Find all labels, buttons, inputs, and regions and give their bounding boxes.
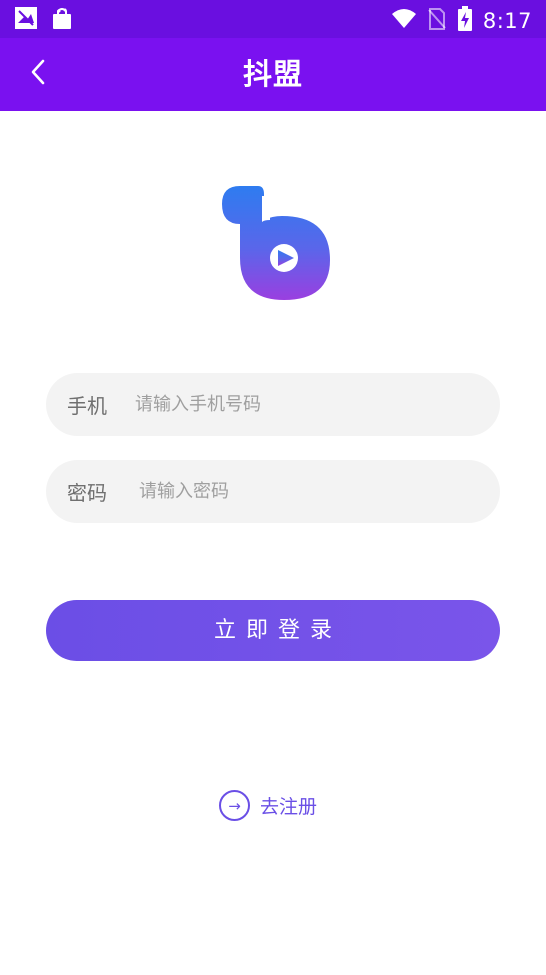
phone-input[interactable] (133, 393, 457, 416)
status-bar: 8:17 (0, 0, 546, 38)
phone-field[interactable]: 手机 (46, 373, 500, 436)
register-label: 去注册 (260, 796, 318, 818)
password-field[interactable]: 密码 (46, 460, 500, 523)
status-right-icons: 8:17 (391, 6, 532, 36)
app-logo-icon (210, 180, 336, 306)
no-sim-icon (427, 7, 447, 35)
header-bar: 抖盟 (0, 38, 546, 111)
register-link[interactable]: → 去注册 (219, 790, 317, 821)
page-title: 抖盟 (242, 57, 303, 91)
gallery-icon (14, 6, 38, 34)
phone-label: 手机 (67, 394, 107, 418)
status-left-icons (14, 6, 74, 34)
status-time: 8:17 (482, 9, 532, 33)
password-label: 密码 (67, 481, 107, 505)
battery-charging-icon (457, 6, 473, 36)
arrow-right-circle-icon: → (219, 790, 250, 821)
login-button[interactable]: 立即登录 (46, 600, 500, 661)
shopping-bag-icon (50, 6, 74, 34)
password-input[interactable] (137, 480, 461, 503)
wifi-icon (391, 8, 417, 34)
